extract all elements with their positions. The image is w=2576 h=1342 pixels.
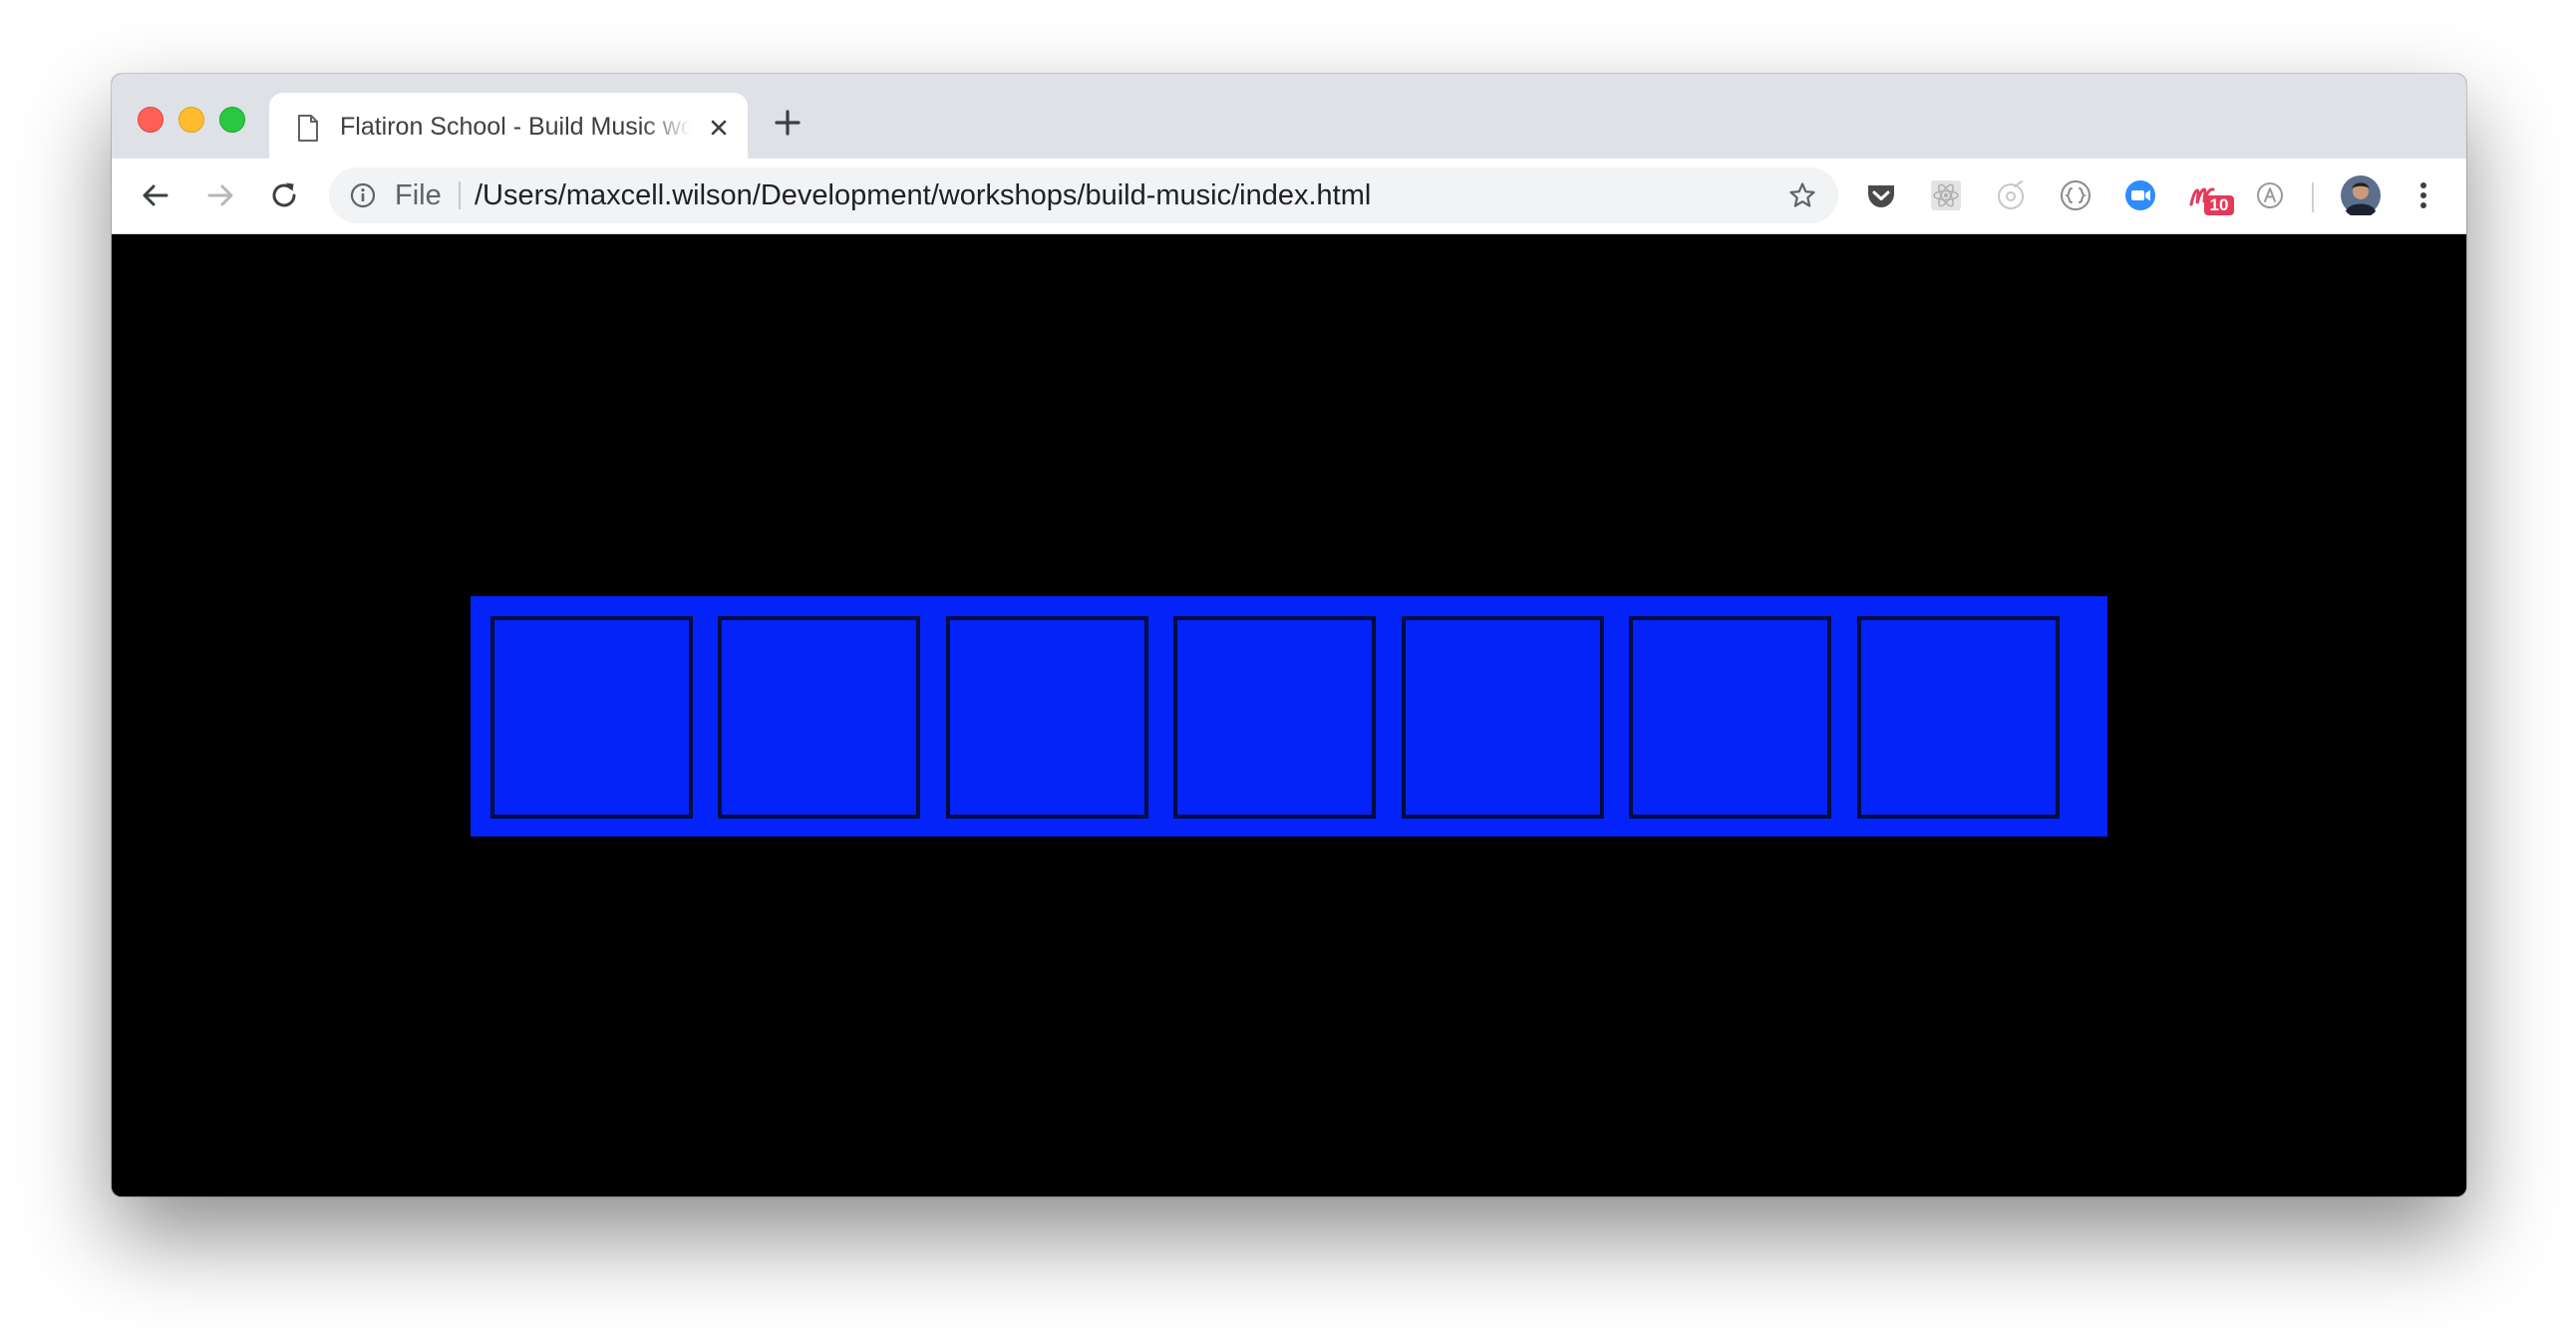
new-tab-button[interactable]	[772, 107, 804, 139]
momentum-badge: 10	[2204, 195, 2234, 215]
zoom-video-icon[interactable]	[2122, 177, 2158, 213]
react-devtools-icon[interactable]	[1928, 177, 1964, 213]
reload-button[interactable]	[266, 177, 302, 213]
address-bar[interactable]: File /Users/maxcell.wilson/Development/w…	[329, 168, 1838, 223]
json-viewer-icon[interactable]	[2058, 177, 2093, 213]
toolbar-divider	[2312, 182, 2314, 212]
profile-avatar[interactable]	[2341, 175, 2381, 215]
cursor-extension-icon[interactable]	[1993, 177, 2029, 213]
key-1[interactable]	[490, 616, 693, 819]
document-icon	[298, 115, 318, 142]
browser-window: Flatiron School - Build Music workshop	[112, 74, 2466, 1196]
momentum-extension-button[interactable]: 10	[2187, 177, 2234, 215]
close-window-button[interactable]	[138, 107, 163, 133]
key-2[interactable]	[718, 616, 920, 819]
back-button[interactable]	[138, 177, 173, 213]
key-3[interactable]	[946, 616, 1148, 819]
key-4[interactable]	[1173, 616, 1376, 819]
key-6[interactable]	[1629, 616, 1831, 819]
site-info-icon[interactable]	[349, 181, 377, 209]
zoom-window-button[interactable]	[219, 107, 245, 133]
key-5[interactable]	[1402, 616, 1604, 819]
browser-toolbar: File /Users/maxcell.wilson/Development/w…	[112, 159, 2466, 234]
key-7[interactable]	[1857, 616, 2060, 819]
bookmark-star-icon[interactable]	[1787, 180, 1817, 210]
browser-menu-icon[interactable]	[2407, 178, 2440, 212]
tab-strip: Flatiron School - Build Music workshop	[112, 74, 2466, 159]
keyboard-container	[471, 596, 2107, 837]
grammar-extension-icon[interactable]	[2252, 177, 2288, 213]
address-divider	[459, 181, 461, 209]
close-tab-icon[interactable]	[704, 113, 734, 143]
address-url[interactable]: /Users/maxcell.wilson/Development/worksh…	[475, 179, 1371, 211]
minimize-window-button[interactable]	[178, 107, 204, 133]
tab-title: Flatiron School - Build Music workshop	[340, 113, 691, 141]
forward-button[interactable]	[202, 177, 238, 213]
page-viewport	[112, 234, 2466, 1196]
active-tab[interactable]: Flatiron School - Build Music workshop	[269, 93, 748, 159]
address-scheme-label: File	[395, 179, 442, 211]
pocket-icon[interactable]	[1863, 177, 1899, 213]
